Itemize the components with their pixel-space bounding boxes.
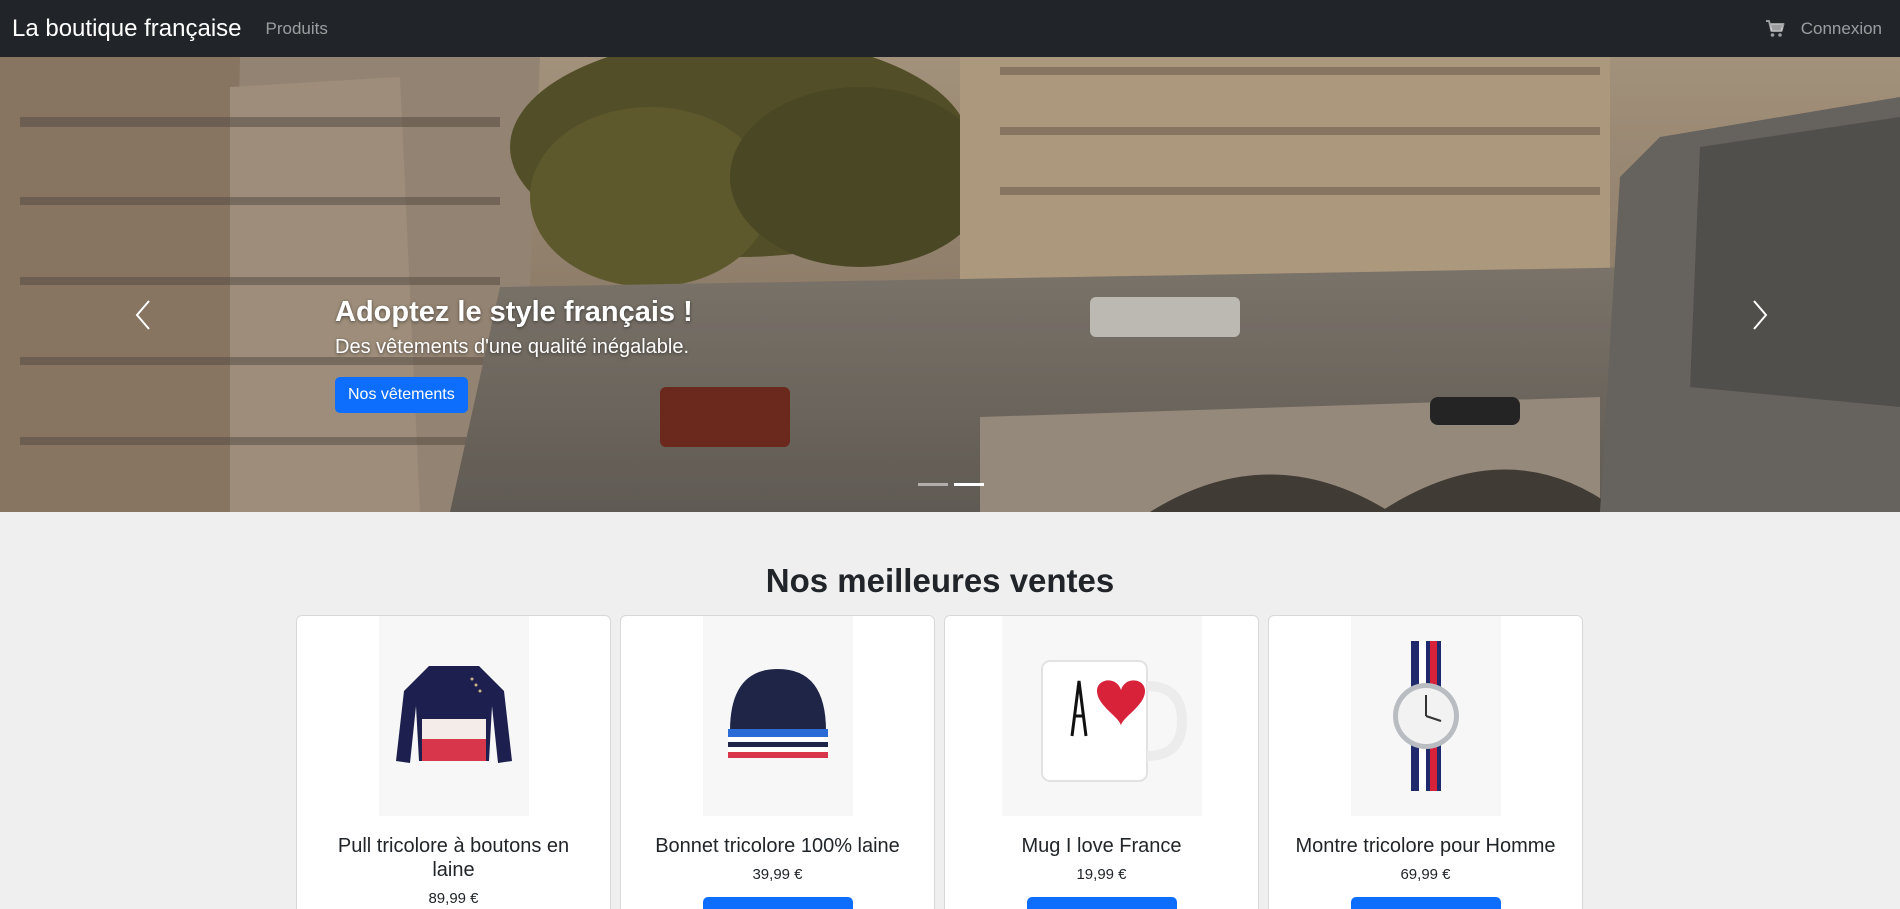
add-to-cart-button[interactable]	[702, 897, 853, 909]
hero-carousel: Adoptez le style français ! Des vêtement…	[0, 57, 1900, 512]
hero-subtitle: Des vêtements d'une qualité inégalable.	[335, 335, 690, 358]
hero-title: Adoptez le style français !	[335, 296, 693, 328]
sweater-image[interactable]	[378, 616, 529, 816]
product-card[interactable]: Bonnet tricolore 100% laine 39,99 €	[620, 615, 935, 909]
login-link[interactable]: Connexion	[1801, 19, 1882, 39]
product-name[interactable]: Montre tricolore pour Homme	[1269, 834, 1582, 858]
product-price: 89,99 €	[428, 890, 479, 907]
product-name[interactable]: Mug I love France	[945, 834, 1258, 858]
product-card[interactable]: Pull tricolore à boutons en laine 89,99 …	[296, 615, 611, 909]
add-to-cart-button[interactable]	[1350, 897, 1501, 909]
add-to-cart-button[interactable]	[1026, 897, 1177, 909]
product-name[interactable]: Bonnet tricolore 100% laine	[621, 834, 934, 858]
carousel-indicator-1[interactable]	[918, 483, 948, 486]
nav-link-products[interactable]: Produits	[266, 19, 328, 39]
product-price: 39,99 €	[752, 866, 803, 883]
product-card[interactable]: Montre tricolore pour Homme 69,99 €	[1268, 615, 1583, 909]
beanie-image[interactable]	[702, 616, 853, 816]
brand-link[interactable]: La boutique française	[12, 0, 242, 57]
carousel-caption: Adoptez le style français ! Des vêtement…	[335, 295, 693, 413]
carousel-next-button[interactable]	[1730, 285, 1790, 345]
navbar-right: Connexion	[1765, 18, 1888, 40]
section-title: Nos meilleures ventes	[765, 562, 1115, 599]
product-price: 69,99 €	[1400, 866, 1451, 883]
cart-icon[interactable]	[1765, 18, 1787, 40]
product-list: Pull tricolore à boutons en laine 89,99 …	[296, 615, 1583, 909]
carousel-indicators	[918, 483, 984, 486]
navbar: La boutique française Produits Connexion	[0, 0, 1900, 57]
chevron-left-icon	[135, 300, 150, 330]
carousel-indicator-2[interactable]	[954, 483, 984, 486]
shop-clothes-button[interactable]: Nos vêtements	[335, 376, 468, 413]
mug-image[interactable]	[1001, 616, 1202, 816]
watch-image[interactable]	[1350, 616, 1501, 816]
product-price: 19,99 €	[1076, 866, 1127, 883]
chevron-right-icon	[1753, 300, 1768, 330]
product-card[interactable]: Mug I love France 19,99 €	[944, 615, 1259, 909]
product-name[interactable]: Pull tricolore à boutons en laine	[297, 834, 610, 882]
carousel-prev-button[interactable]	[113, 285, 173, 345]
